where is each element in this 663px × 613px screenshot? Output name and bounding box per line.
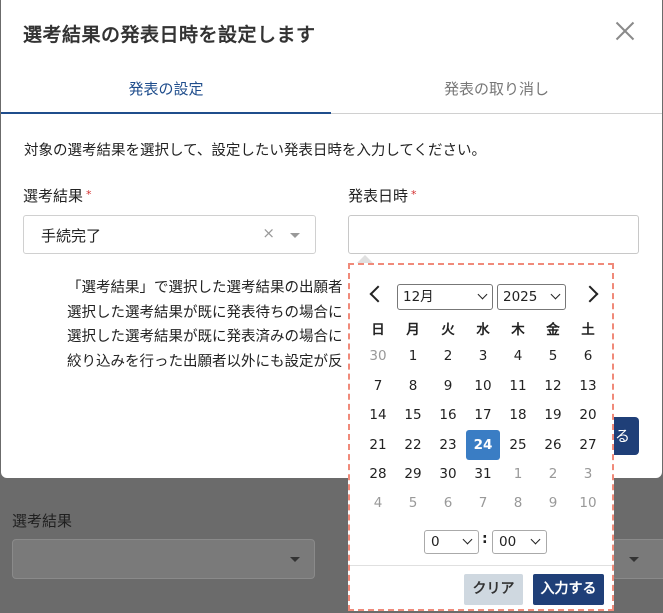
calendar-day[interactable]: 1 bbox=[396, 341, 430, 371]
confirm-button-partial[interactable]: る bbox=[611, 417, 639, 455]
selection-result-value: 手続完了 bbox=[41, 227, 102, 245]
close-icon[interactable] bbox=[612, 18, 638, 44]
submit-button[interactable]: 入力する bbox=[533, 574, 604, 605]
publish-datetime-input[interactable] bbox=[348, 215, 639, 254]
chevron-down-icon bbox=[290, 557, 300, 562]
calendar-day[interactable]: 9 bbox=[431, 371, 465, 401]
calendar-day[interactable]: 28 bbox=[361, 459, 395, 489]
chevron-down-icon bbox=[530, 534, 541, 545]
list-item: 選択した選考結果が既に発表待ちの場合に bbox=[67, 301, 349, 326]
datetime-label-text: 発表日時 bbox=[348, 187, 409, 205]
selection-result-select[interactable]: 手続完了 × bbox=[23, 215, 316, 254]
calendar-day[interactable]: 20 bbox=[571, 400, 605, 430]
hour-value: 0 bbox=[431, 534, 440, 550]
calendar-day[interactable]: 5 bbox=[396, 488, 430, 518]
modal-title: 選考結果の発表日時を設定します bbox=[23, 24, 316, 46]
calendar-day[interactable]: 31 bbox=[466, 459, 500, 489]
calendar-day[interactable]: 21 bbox=[361, 430, 395, 460]
weekday-label: 火 bbox=[441, 322, 455, 338]
required-mark: * bbox=[86, 188, 92, 201]
notes-list: 「選考結果」で選択した選考結果の出願者 選択した選考結果が既に発表待ちの場合に … bbox=[49, 276, 349, 374]
calendar-day[interactable]: 25 bbox=[501, 430, 535, 460]
year-select[interactable]: 2025 bbox=[497, 284, 566, 310]
month-select[interactable]: 12月 bbox=[397, 284, 493, 310]
tab-publish-cancel[interactable]: 発表の取り消し bbox=[331, 66, 662, 114]
chevron-left-icon[interactable] bbox=[369, 285, 387, 303]
calendar-day[interactable]: 15 bbox=[396, 400, 430, 430]
calendar-day[interactable]: 3 bbox=[466, 341, 500, 371]
calendar-day[interactable]: 6 bbox=[431, 488, 465, 518]
calendar-day[interactable]: 2 bbox=[536, 459, 570, 489]
datetime-field-label: 発表日時 * bbox=[348, 185, 417, 206]
calendar-day[interactable]: 5 bbox=[536, 341, 570, 371]
calendar-day[interactable]: 13 bbox=[571, 371, 605, 401]
calendar-day[interactable]: 2 bbox=[431, 341, 465, 371]
weekday-label: 金 bbox=[546, 322, 560, 338]
chevron-down-icon bbox=[629, 557, 639, 562]
calendar-day[interactable]: 6 bbox=[571, 341, 605, 371]
background-select-right bbox=[612, 539, 663, 579]
calendar-day[interactable]: 10 bbox=[571, 488, 605, 518]
hour-select[interactable]: 0 bbox=[424, 530, 479, 554]
weekday-label: 木 bbox=[511, 322, 525, 338]
weekday-label: 日 bbox=[371, 322, 385, 338]
calendar-day[interactable]: 27 bbox=[571, 430, 605, 460]
weekday-label: 土 bbox=[581, 322, 595, 338]
chevron-down-icon bbox=[462, 534, 473, 545]
calendar-day[interactable]: 23 bbox=[431, 430, 465, 460]
calendar-day[interactable]: 3 bbox=[571, 459, 605, 489]
minute-value: 00 bbox=[499, 534, 517, 550]
selection-label-text: 選考結果 bbox=[23, 187, 84, 205]
calendar-day[interactable]: 8 bbox=[396, 371, 430, 401]
calendar-day[interactable]: 18 bbox=[501, 400, 535, 430]
calendar-day[interactable]: 24 bbox=[466, 430, 500, 460]
calendar-day[interactable]: 8 bbox=[501, 488, 535, 518]
calendar-day[interactable]: 19 bbox=[536, 400, 570, 430]
calendar-day[interactable]: 4 bbox=[501, 341, 535, 371]
list-item: 「選考結果」で選択した選考結果の出願者 bbox=[67, 276, 349, 301]
calendar-day[interactable]: 1 bbox=[501, 459, 535, 489]
list-item: 選択した選考結果が既に発表済みの場合に bbox=[67, 325, 349, 350]
chevron-down-icon bbox=[550, 289, 561, 300]
minute-select[interactable]: 00 bbox=[492, 530, 547, 554]
chevron-down-icon bbox=[477, 289, 488, 300]
calendar-day[interactable]: 30 bbox=[431, 459, 465, 489]
calendar-day[interactable]: 4 bbox=[361, 488, 395, 518]
clear-button[interactable]: クリア bbox=[464, 574, 523, 605]
calendar-day[interactable]: 7 bbox=[466, 488, 500, 518]
datetime-picker: 12月 2025 日月火水木金土 30 1 2 3 4 5 6 7 8 9 10 11 12 13 14 15… bbox=[348, 263, 614, 611]
calendar-day[interactable]: 7 bbox=[361, 371, 395, 401]
weekday-label: 月 bbox=[406, 322, 420, 338]
calendar-day[interactable]: 29 bbox=[396, 459, 430, 489]
calendar-day[interactable]: 16 bbox=[431, 400, 465, 430]
calendar-day[interactable]: 14 bbox=[361, 400, 395, 430]
calendar-day[interactable]: 22 bbox=[396, 430, 430, 460]
list-item: 絞り込みを行った出願者以外にも設定が反 bbox=[67, 350, 349, 375]
clear-selection-icon[interactable]: × bbox=[262, 224, 275, 242]
background-select bbox=[12, 539, 315, 579]
tab-publish-settings[interactable]: 発表の設定 bbox=[1, 66, 331, 114]
weekday-label: 水 bbox=[476, 322, 490, 338]
calendar-day[interactable]: 9 bbox=[536, 488, 570, 518]
description-text: 対象の選考結果を選択して、設定したい発表日時を入力してください。 bbox=[24, 143, 486, 159]
selection-field-label: 選考結果 * bbox=[23, 185, 92, 206]
chevron-down-icon bbox=[290, 233, 300, 238]
calendar-day[interactable]: 12 bbox=[536, 371, 570, 401]
calendar-day[interactable]: 11 bbox=[501, 371, 535, 401]
calendar-day[interactable]: 17 bbox=[466, 400, 500, 430]
time-separator: : bbox=[482, 531, 488, 547]
calendar-day[interactable]: 26 bbox=[536, 430, 570, 460]
calendar-day[interactable]: 10 bbox=[466, 371, 500, 401]
background-field-label: 選考結果 bbox=[12, 512, 73, 530]
calendar-day[interactable]: 30 bbox=[361, 341, 395, 371]
required-mark: * bbox=[411, 188, 417, 201]
year-value: 2025 bbox=[503, 289, 538, 305]
chevron-right-icon[interactable] bbox=[581, 285, 599, 303]
tab-bar: 発表の設定 発表の取り消し bbox=[1, 66, 662, 114]
divider bbox=[350, 565, 612, 566]
month-value: 12月 bbox=[403, 289, 434, 305]
